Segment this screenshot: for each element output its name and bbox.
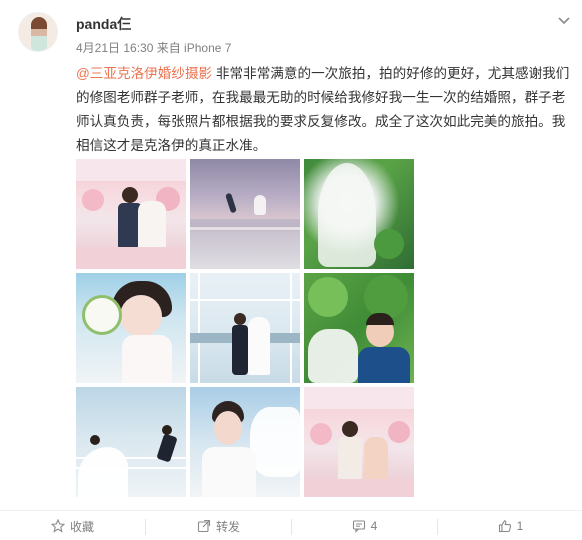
share-arrow-icon <box>197 519 211 533</box>
photo-bride-portrait-veil[interactable] <box>190 387 300 497</box>
photo-couple-pink-room-2[interactable] <box>304 387 414 497</box>
action-bar: 收藏 转发 4 1 <box>0 510 582 540</box>
photo-jumping-beach-sunset[interactable] <box>190 159 300 269</box>
mention-link[interactable]: @三亚克洛伊婚纱摄影 <box>76 66 212 81</box>
chevron-down-icon[interactable] <box>557 13 571 27</box>
like-count: 1 <box>516 519 524 533</box>
photo-couple-glass-pavilion[interactable] <box>190 273 300 383</box>
thumbs-up-icon <box>498 520 511 533</box>
photo-bride-bouquet[interactable] <box>76 273 186 383</box>
photo-couple-plants[interactable] <box>304 273 414 383</box>
avatar-figure <box>31 17 47 51</box>
post-text: @三亚克洛伊婚纱摄影 非常非常满意的一次旅拍，拍的好修的更好，尤其感谢我们的修图… <box>76 62 574 158</box>
photo-grid <box>76 159 414 497</box>
favorite-label: 收藏 <box>69 519 94 534</box>
forward-button[interactable]: 转发 <box>146 511 291 540</box>
favorite-button[interactable]: 收藏 <box>0 511 145 540</box>
comment-bubble-icon <box>352 520 365 533</box>
star-icon <box>50 519 65 533</box>
weibo-post-card: panda仨 4月21日 16:30 来自 iPhone 7 @三亚克洛伊婚纱摄… <box>0 0 582 540</box>
username[interactable]: panda仨 <box>76 14 131 34</box>
photo-jumping-pier[interactable] <box>76 387 186 497</box>
forward-label: 转发 <box>215 519 240 534</box>
comment-button[interactable]: 4 <box>292 511 437 540</box>
photo-couple-pink-room[interactable] <box>76 159 186 269</box>
comment-count: 4 <box>370 519 378 533</box>
avatar[interactable] <box>18 12 58 52</box>
post-meta: 4月21日 16:30 来自 iPhone 7 <box>76 41 232 55</box>
like-button[interactable]: 1 <box>438 511 582 540</box>
photo-veil-greenery[interactable] <box>304 159 414 269</box>
